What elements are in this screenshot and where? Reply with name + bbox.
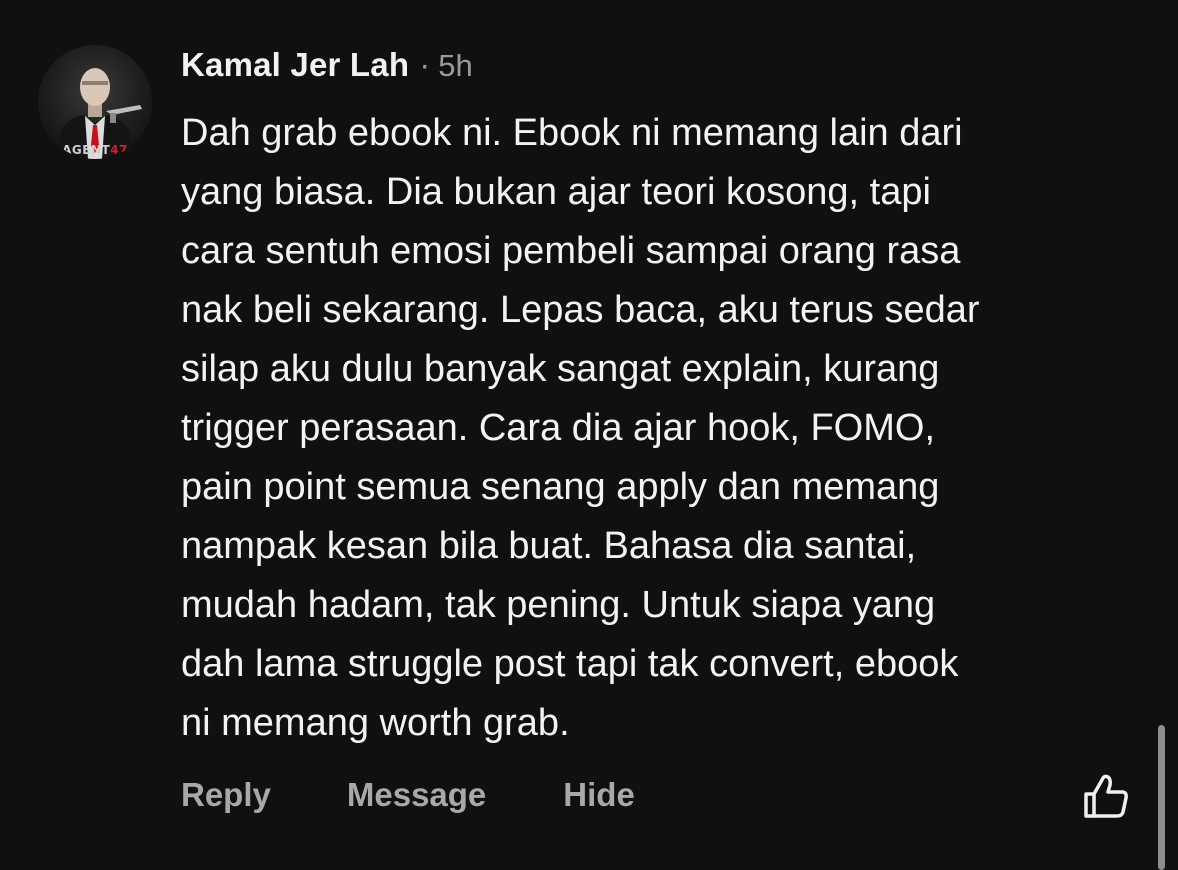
reply-button[interactable]: Reply: [181, 776, 271, 814]
hide-button[interactable]: Hide: [563, 776, 635, 814]
avatar-caption-text: AGENT: [62, 143, 111, 157]
avatar[interactable]: AGENT47: [38, 45, 152, 159]
timestamp[interactable]: 5h: [438, 48, 472, 84]
message-button[interactable]: Message: [347, 776, 486, 814]
avatar-caption-number: 47: [110, 143, 128, 157]
like-button[interactable]: [1080, 772, 1132, 822]
comment-text: Dah grab ebook ni. Ebook ni memang lain …: [181, 112, 980, 744]
scrollbar-thumb[interactable]: [1158, 725, 1165, 870]
thumbs-up-icon: [1084, 774, 1128, 818]
separator-dot: ·: [419, 46, 431, 83]
avatar-caption: AGENT47: [38, 143, 152, 157]
comment-actions: Reply Message Hide: [181, 776, 635, 814]
avatar-image: [56, 68, 142, 159]
author-name[interactable]: Kamal Jer Lah: [181, 46, 409, 84]
comment: AGENT47 Kamal Jer Lah · 5h Dah grab eboo…: [0, 0, 1178, 870]
comment-header: Kamal Jer Lah · 5h: [181, 46, 473, 88]
